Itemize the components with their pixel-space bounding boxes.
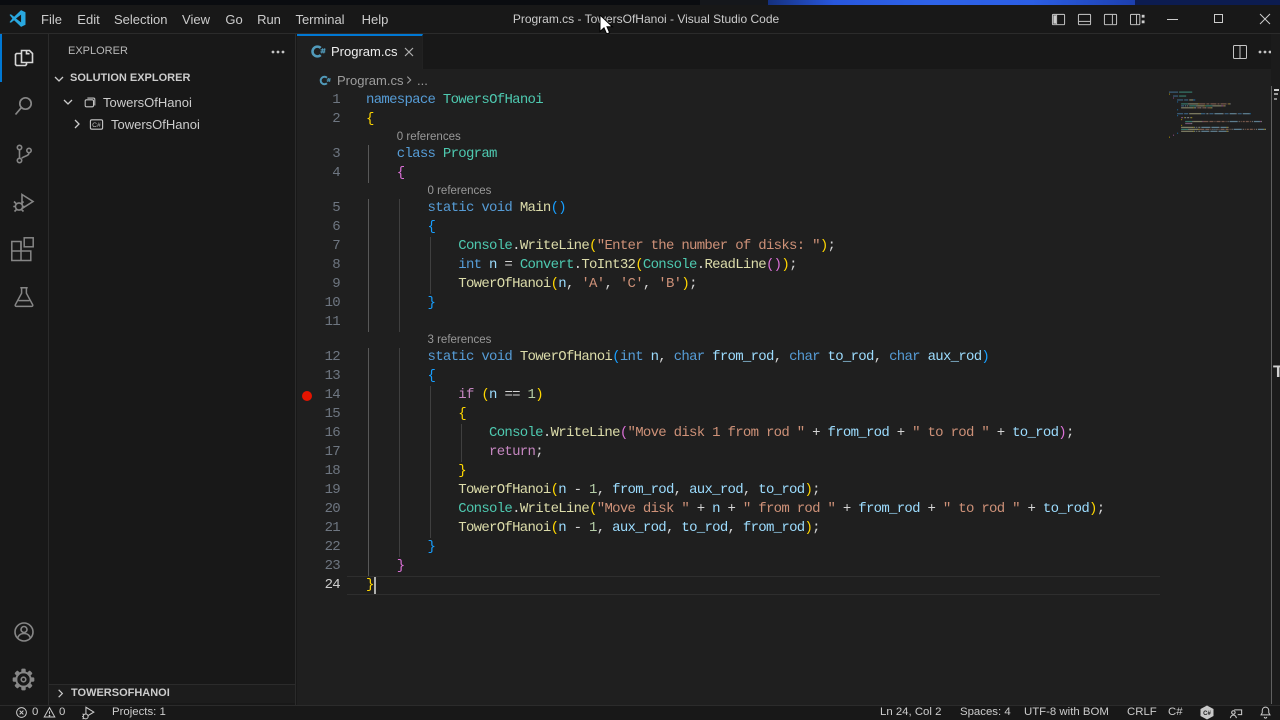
- svg-text:C#: C#: [1203, 711, 1211, 717]
